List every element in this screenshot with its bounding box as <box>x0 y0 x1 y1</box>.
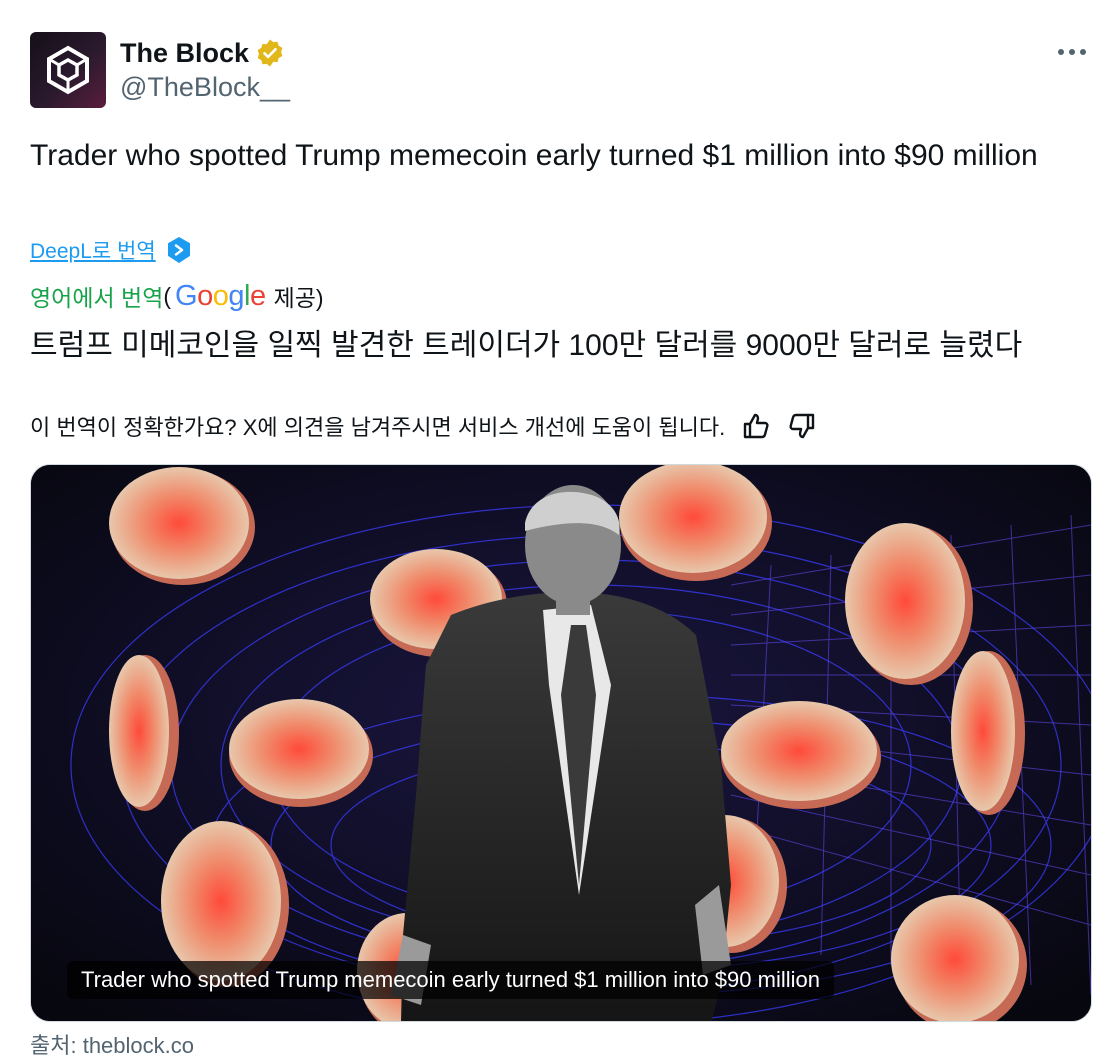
deepl-icon[interactable] <box>166 236 192 264</box>
open-paren: ( <box>163 282 172 309</box>
account-handle[interactable]: @TheBlock__ <box>120 72 290 103</box>
google-letter: e <box>249 279 266 312</box>
thumbs-down-icon[interactable] <box>787 411 817 441</box>
google-letter: o <box>212 279 229 312</box>
thumbs-up-icon[interactable] <box>741 411 771 441</box>
more-options-icon[interactable] <box>1054 42 1090 62</box>
tweet-text: Trader who spotted Trump memecoin early … <box>30 139 1038 172</box>
deepl-translate-row: DeepL로 번역 <box>30 236 192 264</box>
deepl-translate-link[interactable]: DeepL로 번역 <box>30 235 156 265</box>
translation-feedback-row: 이 번역이 정확한가요? X에 의견을 남겨주시면 서비스 개선에 도움이 됩니… <box>30 408 817 444</box>
translated-from-label[interactable]: 영어에서 번역 <box>30 279 163 313</box>
tweet-header: The Block @TheBlock__ <box>30 32 1090 108</box>
translated-text: 트럼프 미메코인을 일찍 발견한 트레이더가 100만 달러를 9000만 달러… <box>30 329 1023 362</box>
media-caption: Trader who spotted Trump memecoin early … <box>67 961 834 999</box>
google-letter: o <box>197 279 213 312</box>
the-block-cube-icon <box>47 45 89 95</box>
display-name[interactable]: The Block <box>120 38 249 69</box>
coin <box>951 651 1025 815</box>
feedback-question: 이 번역이 정확한가요? X에 의견을 남겨주시면 서비스 개선에 도움이 됩니… <box>30 415 726 440</box>
coin <box>619 465 772 581</box>
verified-badge-icon[interactable] <box>255 38 285 68</box>
media-image[interactable]: Trader who spotted Trump memecoin early … <box>30 464 1092 1022</box>
google-translation-row: 영어에서 번역 ( Google 제공) <box>30 278 324 314</box>
avatar[interactable] <box>30 32 106 108</box>
google-letter: g <box>228 279 245 312</box>
source-link[interactable]: 출처: theblock.co <box>30 1028 194 1060</box>
provided-label: 제공) <box>273 285 324 311</box>
trump-coins-illustration <box>31 465 1091 1021</box>
name-row: The Block <box>120 36 285 70</box>
google-logo: Google <box>175 280 266 313</box>
coin <box>109 655 179 811</box>
google-letter: G <box>175 279 198 312</box>
